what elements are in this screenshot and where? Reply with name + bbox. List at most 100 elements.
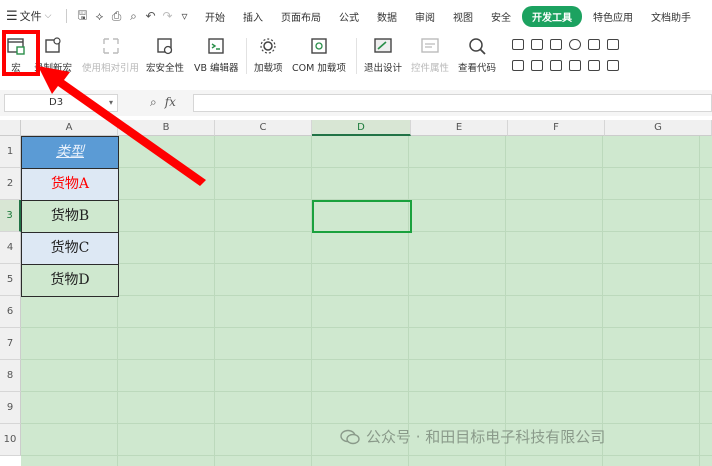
tab-special-apps[interactable]: 特色应用 [584, 6, 642, 27]
quick-access-toolbar: 🖫 ⟡ ⎙ ⌕ ↶ ↷ ▿ [71, 6, 196, 27]
ribbon-tabs: 开始 插入 页面布局 公式 数据 审阅 视图 安全 开发工具 特色应用 文档助手 [196, 5, 700, 27]
file-menu-label: 文件 [19, 10, 42, 23]
relative-reference-button[interactable]: 使用相对引用 [82, 36, 139, 74]
undo-icon[interactable]: ↶ [145, 9, 156, 23]
column-header-e[interactable]: E [411, 120, 508, 136]
textbox-control-icon[interactable] [531, 39, 543, 50]
gear-icon [258, 36, 278, 56]
com-addins-label: COM 加载项 [292, 63, 346, 74]
tab-formulas[interactable]: 公式 [330, 6, 368, 27]
row-header-2[interactable]: 2 [0, 168, 21, 200]
record-macro-icon [43, 36, 63, 56]
tab-security[interactable]: 安全 [482, 6, 520, 27]
checkbox-control-icon[interactable] [512, 39, 524, 50]
ribbon-divider [356, 38, 357, 74]
selected-cell-d3[interactable] [312, 200, 412, 233]
name-box-value: D3 [49, 97, 64, 108]
listbox-control-icon[interactable] [588, 39, 600, 50]
exit-design-label: 退出设计 [364, 63, 403, 74]
formula-bar: D3 ▾ ⌕ fx [0, 90, 712, 116]
hamburger-icon: ☰ [6, 8, 18, 24]
control-properties-label: 控件属性 [411, 63, 450, 74]
magnifier-icon [467, 36, 487, 56]
formula-icons: ⌕ fx [150, 95, 176, 110]
addins-button[interactable]: 加载项 [250, 33, 287, 78]
format-painter-icon[interactable]: ⟡ [94, 9, 105, 24]
view-code-button[interactable]: 查看代码 [458, 36, 496, 74]
column-header-c[interactable]: C [215, 120, 312, 136]
relative-reference-icon [101, 36, 121, 56]
column-header-d[interactable]: D [312, 120, 411, 136]
row-header-10[interactable]: 10 [0, 424, 21, 456]
com-addins-button[interactable]: COM 加载项 [292, 36, 346, 74]
cell-a2[interactable]: 货物A [21, 168, 119, 201]
image-control-icon[interactable] [588, 60, 600, 71]
column-header-g[interactable]: G [605, 120, 712, 136]
print-icon[interactable]: ⎙ [111, 9, 122, 24]
divider [66, 9, 67, 23]
tab-insert[interactable]: 插入 [234, 6, 272, 27]
save-icon[interactable]: 🖫 [77, 6, 88, 27]
row-header-1[interactable]: 1 [0, 136, 21, 168]
control-properties-icon [420, 36, 440, 56]
option-button-control-icon[interactable] [569, 39, 581, 50]
label-control-icon[interactable] [569, 60, 581, 71]
column-header-b[interactable]: B [118, 120, 215, 136]
row-header-3[interactable]: 3 [0, 200, 21, 232]
name-box[interactable]: D3 ▾ [4, 94, 118, 112]
cell-a4[interactable]: 货物C [21, 232, 119, 265]
com-addins-icon [309, 36, 329, 56]
row-header-9[interactable]: 9 [0, 392, 21, 424]
select-all-corner[interactable] [0, 120, 21, 136]
wechat-icon [340, 429, 360, 445]
addins-label: 加载项 [254, 63, 283, 74]
cell-a1[interactable]: 类型 [21, 136, 119, 169]
quick-access-dropdown-icon[interactable]: ▿ [179, 9, 190, 23]
redo-icon[interactable]: ↷ [162, 9, 173, 23]
tab-developer[interactable]: 开发工具 [522, 5, 582, 27]
zoom-search-icon[interactable]: ⌕ [150, 95, 157, 110]
file-menu[interactable]: ☰ 文件 ⌵ [0, 8, 62, 24]
row-header-6[interactable]: 6 [0, 296, 21, 328]
cell-a5[interactable]: 货物D [21, 264, 119, 297]
watermark-text: 公众号 · 和田目标电子科技有限公司 [366, 428, 606, 446]
formula-input[interactable] [193, 94, 712, 112]
row-header-5[interactable]: 5 [0, 264, 21, 296]
fx-icon[interactable]: fx [165, 95, 176, 110]
tab-data[interactable]: 数据 [368, 6, 406, 27]
tab-doc-assistant[interactable]: 文档助手 [642, 6, 700, 27]
spreadsheet-grid: A B C D E F G 1 2 3 4 5 6 7 8 9 10 类型 货物… [0, 120, 712, 466]
tab-home[interactable]: 开始 [196, 6, 234, 27]
column-header-f[interactable]: F [508, 120, 605, 136]
print-preview-icon[interactable]: ⌕ [128, 9, 139, 24]
cell-a3[interactable]: 货物B [21, 200, 119, 233]
design-mode-icon [373, 36, 393, 56]
macro-security-label: 宏安全性 [146, 63, 185, 74]
view-code-label: 查看代码 [458, 63, 497, 74]
watermark: 公众号 · 和田目标电子科技有限公司 [340, 426, 605, 447]
tab-view[interactable]: 视图 [444, 6, 482, 27]
vb-editor-button[interactable]: VB 编辑器 [194, 36, 239, 74]
relative-reference-label: 使用相对引用 [82, 63, 140, 74]
row-header-8[interactable]: 8 [0, 360, 21, 392]
row-header-7[interactable]: 7 [0, 328, 21, 360]
macro-security-button[interactable]: 宏安全性 [146, 36, 184, 74]
spin-control-icon[interactable] [531, 60, 543, 71]
tab-page-layout[interactable]: 页面布局 [272, 6, 330, 27]
control-properties-button[interactable]: 控件属性 [411, 36, 449, 74]
toggle-control-icon[interactable] [512, 60, 524, 71]
menu-bar: ☰ 文件 ⌵ 🖫 ⟡ ⎙ ⌕ ↶ ↷ ▿ 开始 插入 页面布局 公式 数据 审阅… [0, 0, 712, 32]
scrollbar-control-icon[interactable] [550, 60, 562, 71]
combobox-control-icon[interactable] [607, 39, 619, 50]
button-control-icon[interactable] [550, 39, 562, 50]
ribbon-divider [246, 38, 247, 74]
tab-review[interactable]: 审阅 [406, 6, 444, 27]
column-header-a[interactable]: A [21, 120, 118, 136]
row-header-4[interactable]: 4 [0, 232, 21, 264]
exit-design-button[interactable]: 退出设计 [360, 33, 407, 78]
cell-area[interactable] [21, 136, 712, 466]
vb-editor-label: VB 编辑器 [194, 63, 239, 74]
chevron-down-icon: ⌵ [44, 11, 52, 21]
chevron-down-icon[interactable]: ▾ [109, 95, 113, 111]
more-controls-icon[interactable] [607, 60, 619, 71]
